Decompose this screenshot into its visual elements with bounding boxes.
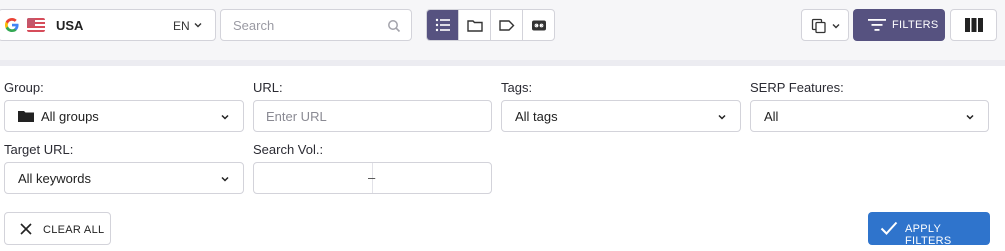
url-label: URL: bbox=[253, 80, 283, 95]
url-input[interactable] bbox=[254, 101, 491, 131]
close-icon bbox=[20, 223, 32, 235]
view-toggle-group bbox=[426, 9, 555, 41]
search-icon[interactable] bbox=[387, 19, 401, 33]
tags-select[interactable]: All tags bbox=[501, 100, 741, 132]
search-vol-label: Search Vol.: bbox=[253, 142, 324, 157]
tag-view-button[interactable] bbox=[491, 10, 523, 40]
target-url-value: All keywords bbox=[18, 171, 91, 186]
folder-view-button[interactable] bbox=[459, 10, 491, 40]
chevron-down-icon bbox=[221, 176, 229, 182]
list-icon bbox=[435, 18, 450, 32]
country-selector[interactable]: USA EN bbox=[0, 9, 216, 41]
chevron-down-icon bbox=[966, 114, 974, 120]
copy-icon bbox=[811, 18, 826, 34]
search-vol-max-input[interactable] bbox=[374, 163, 491, 193]
group-select-value: All groups bbox=[41, 109, 99, 124]
toolbar-divider bbox=[0, 60, 1005, 66]
list-view-button[interactable] bbox=[427, 10, 459, 40]
serp-features-value: All bbox=[764, 109, 779, 124]
serp-features-label: SERP Features: bbox=[750, 80, 844, 95]
clear-all-button[interactable]: CLEAR ALL bbox=[4, 212, 111, 245]
chevron-down-icon bbox=[718, 114, 726, 120]
folder-icon bbox=[466, 19, 483, 32]
country-name: USA bbox=[56, 18, 84, 33]
check-icon bbox=[880, 221, 898, 235]
chevron-down-icon bbox=[221, 114, 229, 120]
filter-icon bbox=[868, 19, 886, 31]
filters-button[interactable]: FILTERS bbox=[853, 9, 945, 41]
apply-filters-button[interactable]: APPLY FILTERS bbox=[868, 212, 990, 247]
google-icon bbox=[5, 18, 19, 32]
chevron-down-icon bbox=[194, 23, 202, 28]
search-box bbox=[220, 9, 412, 41]
link-icon bbox=[532, 20, 546, 30]
search-input[interactable] bbox=[221, 10, 411, 40]
us-flag-icon bbox=[27, 18, 45, 32]
clear-all-label: CLEAR ALL bbox=[43, 224, 105, 236]
serp-features-select[interactable]: All bbox=[750, 100, 989, 132]
search-vol-range: – bbox=[253, 162, 492, 194]
columns-icon bbox=[965, 18, 983, 32]
url-field bbox=[253, 100, 492, 132]
tags-label: Tags: bbox=[501, 80, 533, 95]
link-view-button[interactable] bbox=[523, 10, 554, 40]
search-vol-min-input[interactable] bbox=[254, 163, 371, 193]
filters-button-label: FILTERS bbox=[892, 19, 939, 31]
columns-button[interactable] bbox=[950, 9, 997, 41]
tag-icon bbox=[498, 19, 514, 31]
chevron-down-icon bbox=[832, 24, 840, 29]
group-label: Group: bbox=[4, 80, 44, 95]
language-code: EN bbox=[173, 19, 190, 33]
tags-select-value: All tags bbox=[515, 109, 558, 124]
target-url-label: Target URL: bbox=[4, 142, 74, 157]
copy-menu-button[interactable] bbox=[801, 9, 849, 41]
target-url-select[interactable]: All keywords bbox=[4, 162, 244, 194]
group-select[interactable]: All groups bbox=[4, 100, 244, 132]
apply-filters-label: APPLY FILTERS bbox=[905, 223, 952, 247]
folder-icon bbox=[18, 111, 34, 122]
